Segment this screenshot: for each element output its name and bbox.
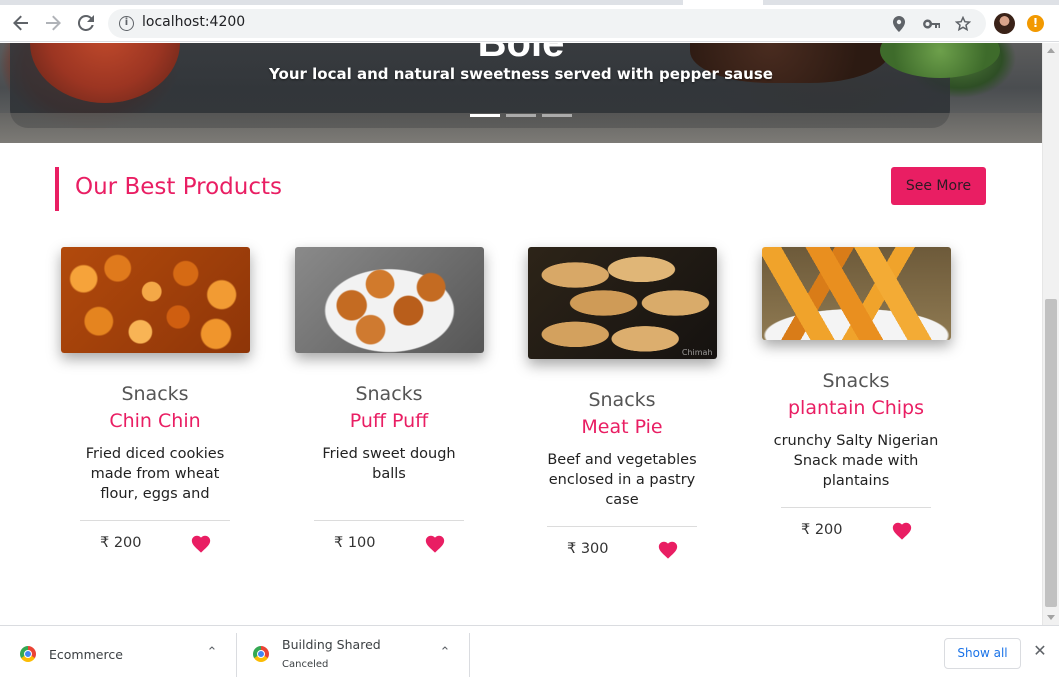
card-footer: ₹ 200	[761, 508, 951, 554]
product-description: Beef and vegetables enclosed in a pastry…	[547, 452, 697, 508]
chrome-file-icon	[253, 646, 269, 662]
see-more-button[interactable]: See More	[891, 167, 986, 205]
download-name: Building Shared	[282, 637, 381, 652]
product-category: Snacks	[121, 383, 189, 405]
product-description: crunchy Salty Nigerian Snack made with p…	[773, 433, 939, 489]
download-status: Canceled	[282, 659, 329, 670]
url-text[interactable]: localhost:4200	[142, 14, 245, 30]
reload-icon	[78, 15, 94, 31]
product-category: Snacks	[588, 389, 656, 411]
image-watermark: Chimah	[681, 348, 713, 357]
shelf-divider	[469, 633, 470, 677]
product-name[interactable]: plantain Chips	[761, 397, 951, 419]
shelf-divider	[236, 633, 237, 677]
product-category: Snacks	[822, 370, 890, 392]
address-bar[interactable]: i localhost:4200	[108, 9, 986, 38]
meat-pie-image[interactable]: Chimah	[527, 247, 717, 359]
chevron-up-icon[interactable]: ⌃	[204, 645, 220, 661]
hero-carousel[interactable]: Bole Your local and natural sweetness se…	[0, 43, 1042, 143]
product-category: Snacks	[355, 383, 423, 405]
product-description: Fried diced cookies made from wheat flou…	[85, 446, 225, 502]
arrow-left-icon	[13, 15, 28, 31]
heart-icon[interactable]	[190, 533, 212, 555]
back-button[interactable]	[8, 10, 34, 36]
heart-icon[interactable]	[657, 539, 679, 561]
scroll-down-arrow-icon[interactable]	[1047, 615, 1055, 620]
carousel-indicator-1[interactable]	[470, 114, 500, 117]
product-card-meat-pie[interactable]: Chimah Snacks Meat Pie Beef and vegetabl…	[527, 247, 717, 573]
scrollbar-thumb[interactable]	[1045, 299, 1057, 607]
section-title: Our Best Products	[75, 174, 282, 200]
chrome-file-icon	[20, 646, 36, 662]
puff-puff-image[interactable]	[294, 247, 484, 353]
show-all-button[interactable]: Show all	[944, 638, 1021, 669]
plantain-chips-image[interactable]	[761, 247, 951, 340]
carousel-indicator-3[interactable]	[542, 114, 572, 117]
star-icon[interactable]	[954, 15, 972, 33]
product-name[interactable]: Meat Pie	[527, 416, 717, 438]
update-alert-icon[interactable]: !	[1027, 15, 1044, 32]
download-shelf: Ecommerce ⌃ Building Shared Canceled ⌃ S…	[0, 625, 1059, 681]
hero-table-image	[0, 113, 1042, 143]
card-footer: ₹ 300	[527, 527, 717, 573]
info-icon[interactable]: i	[119, 16, 134, 31]
carousel-indicators	[470, 114, 572, 117]
card-footer: ₹ 200	[60, 521, 250, 567]
download-item-ecommerce[interactable]: Ecommerce ⌃	[20, 632, 230, 676]
product-card-puff-puff[interactable]: Snacks Puff Puff Fried sweet dough balls…	[294, 247, 484, 567]
product-name[interactable]: Chin Chin	[60, 410, 250, 432]
download-name: Ecommerce	[49, 647, 123, 662]
product-name[interactable]: Puff Puff	[294, 410, 484, 432]
forward-button[interactable]	[40, 10, 66, 36]
product-price: ₹ 300	[567, 541, 609, 557]
product-price: ₹ 200	[100, 535, 142, 551]
carousel-indicator-2[interactable]	[506, 114, 536, 117]
product-price: ₹ 200	[801, 522, 843, 538]
product-description: Fried sweet dough balls	[322, 446, 456, 482]
product-price: ₹ 100	[334, 535, 376, 551]
section-accent-bar	[55, 167, 59, 211]
chevron-up-icon[interactable]: ⌃	[437, 645, 453, 661]
hero-caption: Your local and natural sweetness served …	[269, 65, 773, 83]
product-card-plantain-chips[interactable]: Snacks plantain Chips crunchy Salty Nige…	[761, 247, 951, 554]
profile-avatar[interactable]	[994, 13, 1015, 34]
heart-icon[interactable]	[891, 520, 913, 542]
browser-toolbar: i localhost:4200 !	[0, 5, 1059, 42]
arrow-right-icon	[46, 15, 61, 31]
location-pin-icon[interactable]	[890, 15, 908, 33]
heart-icon[interactable]	[424, 533, 446, 555]
close-icon[interactable]: ✕	[1031, 642, 1049, 660]
download-item-building-shared[interactable]: Building Shared Canceled ⌃	[253, 632, 463, 676]
key-icon[interactable]	[922, 15, 940, 33]
card-footer: ₹ 100	[294, 521, 484, 567]
hero-title: Bole	[477, 43, 565, 65]
chin-chin-image[interactable]	[60, 247, 250, 353]
product-card-chin-chin[interactable]: Snacks Chin Chin Fried diced cookies mad…	[60, 247, 250, 567]
page-viewport: Bole Your local and natural sweetness se…	[0, 43, 1042, 625]
reload-button[interactable]	[73, 10, 99, 36]
page-scrollbar[interactable]	[1042, 43, 1059, 625]
scroll-up-arrow-icon[interactable]	[1047, 48, 1055, 53]
